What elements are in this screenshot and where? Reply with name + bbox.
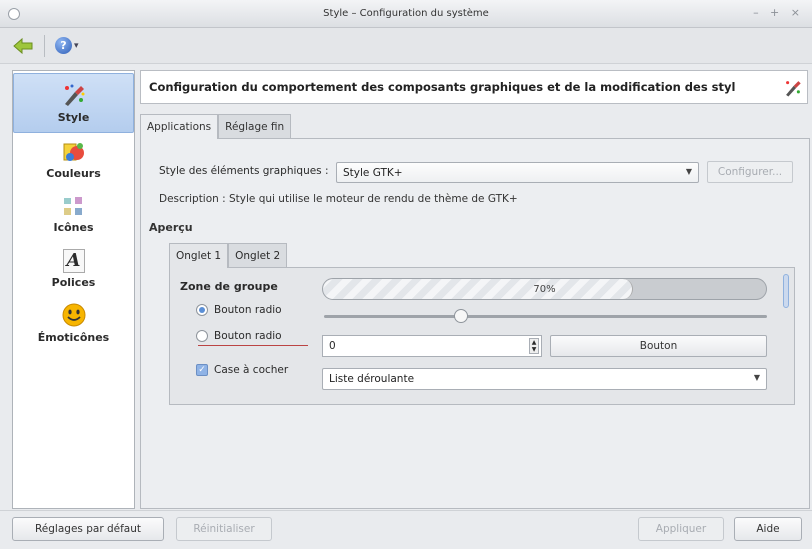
main-area: Configuration du comportement des compos… <box>140 70 810 509</box>
help-icon: ? <box>55 37 72 54</box>
groupbox-title: Zone de groupe <box>180 280 278 293</box>
radio-button-2[interactable]: Bouton radio <box>196 330 282 342</box>
defaults-button[interactable]: Réglages par défaut <box>12 517 164 541</box>
colors-palette-icon <box>61 138 87 164</box>
slider-track[interactable] <box>324 315 767 318</box>
spin-arrows-icon[interactable]: ▲ ▼ <box>529 338 539 354</box>
configure-button[interactable]: Configurer... <box>707 161 793 183</box>
preview-button[interactable]: Bouton <box>550 335 767 357</box>
style-brush-icon <box>61 82 87 108</box>
radio-indicator <box>196 330 208 342</box>
style-combo-value: Style GTK+ <box>343 166 403 179</box>
radio-label: Bouton radio <box>214 304 282 316</box>
preview-tabs: Onglet 1 Onglet 2 <box>169 243 288 268</box>
tab-onglet-1[interactable]: Onglet 1 <box>169 243 229 268</box>
sidebar-item-icones[interactable]: Icônes <box>13 185 134 240</box>
sidebar-item-polices[interactable]: A Polices <box>13 240 134 295</box>
spinbox[interactable]: 0 ▲ ▼ <box>322 335 542 357</box>
toolbar: ? ▾ <box>0 28 812 64</box>
sidebar-item-label: Couleurs <box>46 167 101 180</box>
category-sidebar: Style Couleurs Icônes A Polices Émoticôn… <box>12 70 135 509</box>
radio-indicator <box>196 304 208 316</box>
slider-handle[interactable] <box>454 309 469 323</box>
page-title: Configuration du comportement des compos… <box>149 80 736 94</box>
sidebar-item-label: Polices <box>51 275 96 289</box>
sidebar-item-label: Icônes <box>53 220 94 234</box>
main-tabs: Applications Réglage fin <box>140 114 292 139</box>
checkbox-label: Case à cocher <box>214 364 289 376</box>
sidebar-item-label: Style <box>57 111 90 124</box>
preview-area: Zone de groupe Bouton radio Bouton radio… <box>169 267 795 405</box>
progress-bar: 70% <box>322 278 767 300</box>
scrollbar-thumb[interactable] <box>783 274 789 308</box>
apply-button[interactable]: Appliquer <box>638 517 724 541</box>
progress-text: 70% <box>533 283 556 295</box>
window-titlebar: Style – Configuration du système – + × <box>0 0 812 28</box>
style-combo[interactable]: Style GTK+ ▼ <box>336 162 699 183</box>
radio-label: Bouton radio <box>214 330 282 342</box>
toolbar-separator <box>44 34 45 57</box>
preview-scrollbar[interactable] <box>780 270 792 402</box>
preview-section-title: Aperçu <box>149 221 193 234</box>
checkbox-indicator: ✓ <box>196 364 208 376</box>
tab-onglet-2[interactable]: Onglet 2 <box>228 243 288 267</box>
sidebar-item-couleurs[interactable]: Couleurs <box>13 133 134 185</box>
footer-divider <box>0 510 812 511</box>
help-menu-button[interactable]: ? ▾ <box>55 37 79 54</box>
window-controls[interactable]: – + × <box>753 6 804 19</box>
focus-indicator <box>198 345 308 346</box>
spinbox-value: 0 <box>329 340 336 352</box>
chevron-down-icon: ▾ <box>74 40 79 51</box>
radio-button-1[interactable]: Bouton radio <box>196 304 282 316</box>
module-header: Configuration du comportement des compos… <box>140 70 808 104</box>
sidebar-item-emoticones[interactable]: Émoticônes <box>13 295 134 350</box>
tab-applications[interactable]: Applications <box>140 114 219 139</box>
style-label: Style des éléments graphiques : <box>159 165 329 177</box>
chevron-down-icon: ▼ <box>753 373 760 382</box>
fonts-icon: A <box>62 247 85 273</box>
sidebar-item-label: Émoticônes <box>37 330 110 344</box>
checkbox[interactable]: ✓ Case à cocher <box>196 364 288 376</box>
style-description: Description : Style qui utilise le moteu… <box>159 193 518 205</box>
style-brush-icon <box>783 78 803 101</box>
preview-dropdown-value: Liste déroulante <box>329 373 415 385</box>
tab-reglage-fin[interactable]: Réglage fin <box>218 114 292 138</box>
window-title: Style – Configuration du système <box>323 8 489 19</box>
back-arrow-icon[interactable] <box>12 36 34 56</box>
icons-icon <box>61 192 87 218</box>
help-button[interactable]: Aide <box>734 517 802 541</box>
chevron-down-icon: ▼ <box>685 167 692 176</box>
emoticons-smiley-icon <box>61 302 87 328</box>
window-menu-icon[interactable] <box>8 8 20 20</box>
sidebar-item-style[interactable]: Style <box>13 73 134 133</box>
reset-button[interactable]: Réinitialiser <box>176 517 272 541</box>
preview-dropdown[interactable]: Liste déroulante ▼ <box>322 368 767 390</box>
applications-panel: Style des éléments graphiques : Style GT… <box>140 138 810 509</box>
